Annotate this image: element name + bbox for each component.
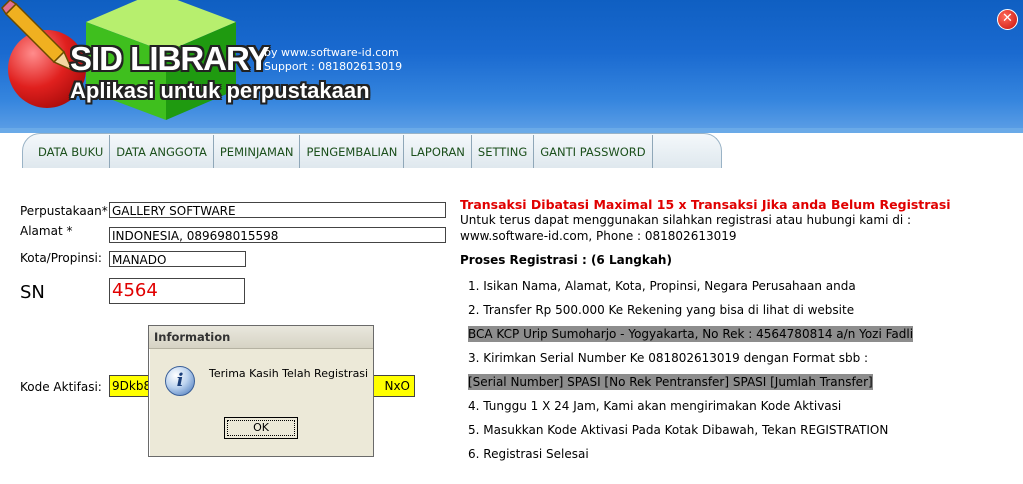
ok-button[interactable]: OK — [224, 417, 298, 439]
by-line: by www.software-id.com — [264, 46, 399, 59]
tab-ganti-password[interactable]: GANTI PASSWORD — [534, 135, 653, 168]
tab-laporan[interactable]: LAPORAN — [404, 135, 472, 168]
sms-format-info: [Serial Number] SPASI [No Rek Pentransfe… — [468, 374, 873, 390]
info-title: Transaksi Dibatasi Maximal 15 x Transaks… — [460, 197, 951, 212]
kode-aktifasi-value-left: 9Dkb8 — [112, 379, 152, 393]
app-subtitle: Aplikasi untuk perpustakaan — [70, 78, 370, 103]
bank-account-info: BCA KCP Urip Sumoharjo - Yogyakarta, No … — [468, 326, 914, 342]
kota-label: Kota/Propinsi: — [20, 251, 102, 265]
tab-pengembalian[interactable]: PENGEMBALIAN — [300, 135, 405, 168]
alamat-input[interactable]: INDONESIA, 089698015598 — [109, 227, 446, 243]
info-line-2: www.software-id.com, Phone : 08180261301… — [460, 229, 737, 243]
close-button[interactable]: ✕ — [997, 9, 1018, 30]
app-header: SID LIBRARY Aplikasi untuk perpustakaan … — [0, 0, 1023, 133]
proses-title: Proses Registrasi : (6 Langkah) — [460, 253, 672, 267]
step-5: 5. Masukkan Kode Aktivasi Pada Kotak Dib… — [468, 423, 889, 437]
alamat-label: Alamat * — [20, 224, 73, 238]
step-4: 4. Tunggu 1 X 24 Jam, Kami akan mengirim… — [468, 399, 842, 413]
step-6: 6. Registrasi Selesai — [468, 447, 589, 461]
app-title: SID LIBRARY — [70, 40, 270, 77]
step-2: 2. Transfer Rp 500.000 Ke Rekening yang … — [468, 303, 855, 317]
tab-setting[interactable]: SETTING — [472, 135, 535, 168]
dialog-message: Terima Kasih Telah Registrasi — [209, 367, 369, 380]
step-1: 1. Isikan Nama, Alamat, Kota, Propinsi, … — [468, 279, 856, 293]
dialog-title: Information — [149, 326, 373, 349]
menu-tabs: DATA BUKU DATA ANGGOTA PEMINJAMAN PENGEM… — [32, 135, 653, 168]
tab-data-anggota[interactable]: DATA ANGGOTA — [110, 135, 214, 168]
sn-label: SN — [20, 282, 45, 303]
tab-peminjaman[interactable]: PEMINJAMAN — [214, 135, 301, 168]
kode-aktifasi-label: Kode Aktifasi: — [20, 380, 102, 394]
registration-info: Transaksi Dibatasi Maximal 15 x Transaks… — [460, 197, 1020, 268]
step-3: 3. Kirimkan Serial Number Ke 08180261301… — [468, 351, 869, 365]
info-icon: i — [165, 366, 195, 396]
support-line: Support : 081802613019 — [264, 60, 403, 73]
perpustakaan-label: Perpustakaan* — [20, 204, 108, 218]
tab-data-buku[interactable]: DATA BUKU — [32, 135, 111, 168]
sn-input[interactable]: 4564 — [109, 278, 245, 304]
kota-input[interactable]: MANADO — [109, 251, 246, 267]
info-line-1: Untuk terus dapat menggunakan silahkan r… — [460, 213, 912, 227]
vendor-info: by www.software-id.com Support : 0818026… — [264, 46, 402, 74]
information-dialog: Information i Terima Kasih Telah Registr… — [148, 325, 374, 457]
kode-aktifasi-value-right: NxO — [384, 379, 410, 393]
ok-button-label: OK — [227, 420, 295, 436]
perpustakaan-input[interactable]: GALLERY SOFTWARE — [109, 202, 446, 218]
